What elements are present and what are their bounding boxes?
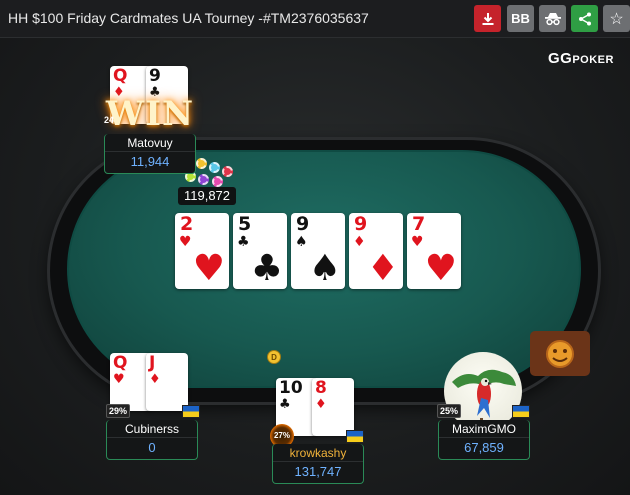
spy-icon: [544, 12, 561, 25]
heart-icon: ♥: [113, 372, 125, 387]
share-button[interactable]: [571, 5, 598, 32]
anonymous-button[interactable]: [539, 5, 566, 32]
diamond-icon: ♦: [149, 372, 161, 387]
player-plate: MaximGMO 67,859: [438, 420, 530, 460]
hole-card: J ♦: [146, 353, 188, 411]
ggpoker-logo: GGPOKER: [548, 50, 614, 67]
club-icon: ♣: [250, 248, 283, 289]
player-name: Cubinerss: [107, 420, 197, 438]
player-stack: 131,747: [294, 464, 342, 479]
board-card: 9 ♦ ♦: [349, 213, 403, 289]
star-icon: ☆: [609, 10, 624, 28]
diamond-icon: ♦: [366, 248, 399, 289]
chip-icon: [212, 176, 223, 187]
player-plate: Matovuy 11,944: [104, 134, 196, 174]
player-stack: 11,944: [130, 154, 170, 169]
ukraine-flag-icon: [346, 430, 364, 443]
card-rank: 10: [279, 378, 303, 398]
card-rank: 9: [149, 66, 161, 86]
player-name: krowkashy: [273, 444, 363, 462]
card-rank: J: [149, 353, 156, 373]
diamond-icon: ♦: [353, 234, 366, 250]
chip-icon: [209, 162, 220, 173]
player-plate: krowkashy 131,747: [272, 444, 364, 484]
diamond-icon: ♦: [315, 397, 327, 412]
chip-icon: [196, 158, 207, 169]
tournament-title: HH $100 Friday Cardmates UA Tourney -#TM…: [8, 10, 369, 26]
card-rank: 2: [180, 213, 194, 235]
chip-icon: [198, 174, 209, 185]
club-icon: ♣: [279, 397, 291, 412]
heart-icon: ♥: [411, 234, 424, 250]
chip-icon: [222, 166, 233, 177]
ukraine-flag-icon: [512, 405, 530, 418]
club-icon: ♣: [237, 234, 250, 250]
card-rank: Q: [113, 353, 128, 373]
board-card: 7 ♥ ♥: [407, 213, 461, 289]
board-card: 9 ♠ ♠: [291, 213, 345, 289]
download-button[interactable]: [474, 5, 501, 32]
parrot-avatar: [444, 352, 522, 430]
player-name: MaximGMO: [439, 420, 529, 438]
big-blind-toggle-button[interactable]: BB: [507, 5, 534, 32]
pot-amount: 119,872: [178, 187, 236, 205]
heart-icon: ♥: [424, 248, 457, 289]
equity-percent: 29%: [106, 404, 131, 418]
player-stack: 67,859: [464, 440, 504, 455]
win-badge: WIN: [105, 94, 195, 134]
player-stack: 0: [148, 440, 156, 455]
window-header: HH $100 Friday Cardmates UA Tourney -#TM…: [0, 0, 630, 38]
download-icon: [482, 12, 493, 25]
card-rank: 9: [354, 213, 368, 235]
player-plate: Cubinerss 0: [106, 420, 198, 460]
card-rank: 5: [238, 213, 252, 235]
heart-icon: ♥: [179, 234, 192, 250]
player-name: Matovuy: [105, 134, 195, 152]
card-rank: 9: [296, 213, 310, 235]
card-rank: Q: [113, 66, 128, 86]
ukraine-flag-icon: [182, 405, 200, 418]
card-rank: 8: [315, 378, 327, 398]
hole-card: 8 ♦: [312, 378, 354, 436]
win-badge-number: 24: [104, 115, 115, 125]
board-card: 2 ♥ ♥: [175, 213, 229, 289]
heart-icon: ♥: [192, 248, 225, 289]
emote-button[interactable]: [530, 331, 590, 376]
favorite-button[interactable]: ☆: [603, 5, 630, 32]
parrot-icon: [452, 369, 516, 428]
card-rank: 7: [412, 213, 426, 235]
equity-percent: 25%: [437, 404, 462, 418]
share-icon: [578, 12, 591, 25]
dealer-button: D: [267, 350, 281, 364]
emoji-icon: [546, 339, 574, 368]
spade-icon: ♠: [308, 248, 341, 289]
board-card: 5 ♣ ♣: [233, 213, 287, 289]
spade-icon: ♠: [295, 234, 308, 250]
